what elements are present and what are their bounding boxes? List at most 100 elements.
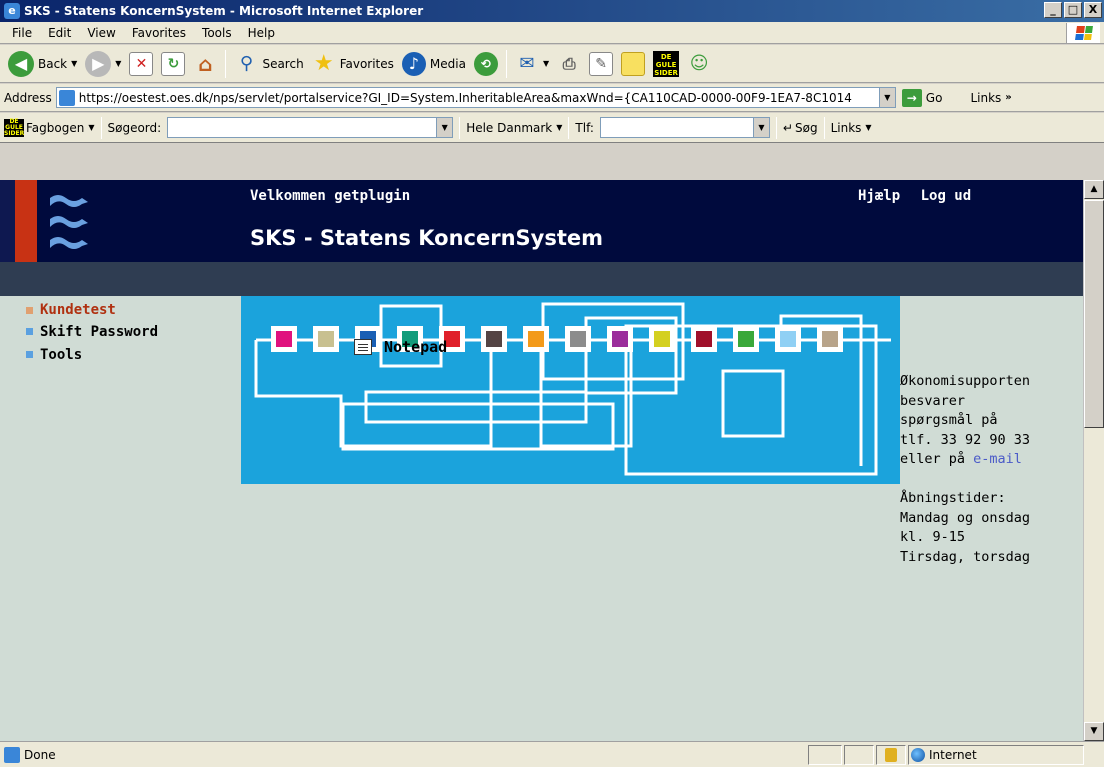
notepad-link[interactable]: Notepad	[354, 338, 447, 356]
media-label: Media	[429, 56, 466, 71]
bullet-icon	[26, 306, 33, 314]
edit-icon: ✎	[589, 51, 614, 76]
chevron-down-icon[interactable]: ▼	[88, 123, 94, 132]
favorites-label: Favorites	[339, 56, 394, 71]
forward-arrow-icon: ▶	[85, 50, 112, 77]
notes-button[interactable]	[617, 49, 649, 79]
sogeord-label: Søgeord:	[107, 120, 162, 135]
search-button[interactable]: ⚲ Search	[230, 49, 307, 79]
support-line: spørgsmål på	[900, 412, 998, 428]
logout-link[interactable]: Log ud	[921, 188, 972, 204]
notepad-icon	[354, 339, 372, 355]
tlf-value[interactable]	[601, 118, 753, 137]
help-link[interactable]: Hjælp	[858, 188, 900, 204]
scroll-thumb[interactable]	[1084, 200, 1104, 428]
email-prefix: eller på	[900, 451, 974, 467]
links-button[interactable]: Links	[831, 121, 862, 135]
banner-square	[738, 331, 754, 347]
chevron-right-icon[interactable]: »	[1005, 92, 1011, 103]
minimize-button[interactable]: _	[1044, 2, 1062, 18]
chevron-down-icon[interactable]: ▼	[865, 123, 871, 132]
vertical-scrollbar[interactable]: ▲ ▼	[1083, 180, 1104, 741]
tlf-dropdown-icon[interactable]: ▼	[752, 118, 769, 137]
support-email-line: eller på e-mail	[900, 450, 1080, 470]
chevron-down-icon[interactable]: ▼	[115, 59, 121, 68]
scroll-up-icon[interactable]: ▲	[1084, 180, 1104, 199]
sticky-note-icon	[621, 51, 646, 76]
support-line: tlf. 33 92 90 33	[900, 431, 1031, 448]
banner-square	[570, 331, 586, 347]
nav-item-label: Kundetest	[40, 302, 116, 318]
region-button[interactable]: Hele Danmark	[466, 121, 552, 135]
nav-item-tools[interactable]: Tools	[0, 343, 241, 366]
go-arrow-icon: →	[901, 88, 922, 107]
toolbar-separator	[775, 116, 777, 139]
banner-square	[822, 331, 838, 347]
mail-button[interactable]: ✉ ▼	[511, 49, 553, 79]
menu-tools[interactable]: Tools	[194, 26, 240, 40]
stop-button[interactable]: ✕	[125, 49, 157, 79]
menu-view[interactable]: View	[79, 26, 123, 40]
chevron-down-icon[interactable]: ▼	[71, 59, 77, 68]
gule-sider-logo-icon: DE GULE SIDER	[653, 50, 680, 77]
address-input[interactable]: https://oestest.oes.dk/nps/servlet/porta…	[55, 87, 896, 108]
header-links: Hjælp Log ud	[858, 188, 983, 204]
nav-item-label: Tools	[40, 346, 83, 363]
go-button[interactable]: → Go	[901, 88, 943, 107]
hours-line: Åbningstider:	[900, 490, 1006, 506]
support-line: besvarer	[900, 392, 966, 409]
stop-icon: ✕	[129, 51, 154, 76]
email-link[interactable]: e-mail	[973, 451, 1022, 467]
fagbogen-button[interactable]: Fagbogen	[26, 121, 84, 135]
menu-favorites[interactable]: Favorites	[124, 26, 194, 40]
page-icon	[58, 89, 75, 106]
menu-file[interactable]: File	[4, 26, 40, 40]
toolbar-separator	[568, 116, 570, 139]
banner-square	[612, 331, 628, 347]
forward-button[interactable]: ▶ ▼	[81, 49, 125, 79]
go-label: Go	[925, 90, 943, 105]
media-button[interactable]: ♪ Media	[398, 49, 470, 79]
chevron-down-icon[interactable]: ▼	[543, 59, 549, 68]
address-bar: Address https://oestest.oes.dk/nps/servl…	[0, 84, 1104, 112]
globe-icon	[911, 748, 925, 762]
header-left-block	[0, 180, 15, 262]
sogeord-value[interactable]	[168, 118, 436, 137]
messenger-button[interactable]: ☺	[683, 49, 715, 79]
address-value[interactable]: https://oestest.oes.dk/nps/servlet/porta…	[79, 91, 879, 105]
gule-sider-button[interactable]: DE GULE SIDER	[649, 49, 683, 79]
status-cell	[844, 745, 874, 765]
banner-square	[276, 331, 292, 347]
links-button[interactable]: Links	[970, 91, 1001, 105]
messenger-icon: ☺	[689, 53, 709, 74]
back-button[interactable]: ◀ Back ▼	[4, 49, 81, 79]
address-dropdown-icon[interactable]: ▼	[878, 88, 895, 107]
chevron-down-icon[interactable]: ▼	[556, 123, 562, 132]
window-title: SKS - Statens KoncernSystem - Microsoft …	[24, 4, 424, 18]
menu-help[interactable]: Help	[240, 26, 283, 40]
menu-edit[interactable]: Edit	[40, 26, 79, 40]
sog-button[interactable]: Søg	[795, 121, 818, 135]
banner-svg	[254, 302, 891, 476]
maximize-button[interactable]: □	[1064, 2, 1082, 18]
site-title: SKS - Statens KoncernSystem	[250, 226, 603, 250]
nav-item-skift-password[interactable]: Skift Password	[0, 320, 241, 343]
history-button[interactable]: ⟲	[470, 49, 502, 79]
tlf-input[interactable]: ▼	[599, 117, 770, 138]
refresh-button[interactable]: ↻	[157, 49, 189, 79]
banner-square	[486, 331, 502, 347]
sogeord-dropdown-icon[interactable]: ▼	[436, 118, 453, 137]
standard-toolbar: ◀ Back ▼ ▶ ▼ ✕ ↻ ⌂ ⚲ Search ★ Favorites …	[0, 45, 1104, 83]
favorites-button[interactable]: ★ Favorites	[308, 49, 398, 79]
print-button[interactable]: ⎙	[553, 49, 585, 79]
home-button[interactable]: ⌂	[189, 49, 221, 79]
support-info: Økonomisupporten besvarer spørgsmål på t…	[900, 372, 1080, 567]
close-button[interactable]: X	[1084, 2, 1102, 18]
nav-item-kundetest[interactable]: Kundetest	[0, 300, 241, 320]
sogeord-input[interactable]: ▼	[167, 117, 454, 138]
zone-label: Internet	[929, 748, 977, 762]
tlf-label: Tlf:	[575, 120, 594, 135]
edit-button[interactable]: ✎	[585, 49, 617, 79]
scroll-down-icon[interactable]: ▼	[1084, 722, 1104, 741]
menu-bar: File Edit View Favorites Tools Help	[0, 22, 1104, 44]
